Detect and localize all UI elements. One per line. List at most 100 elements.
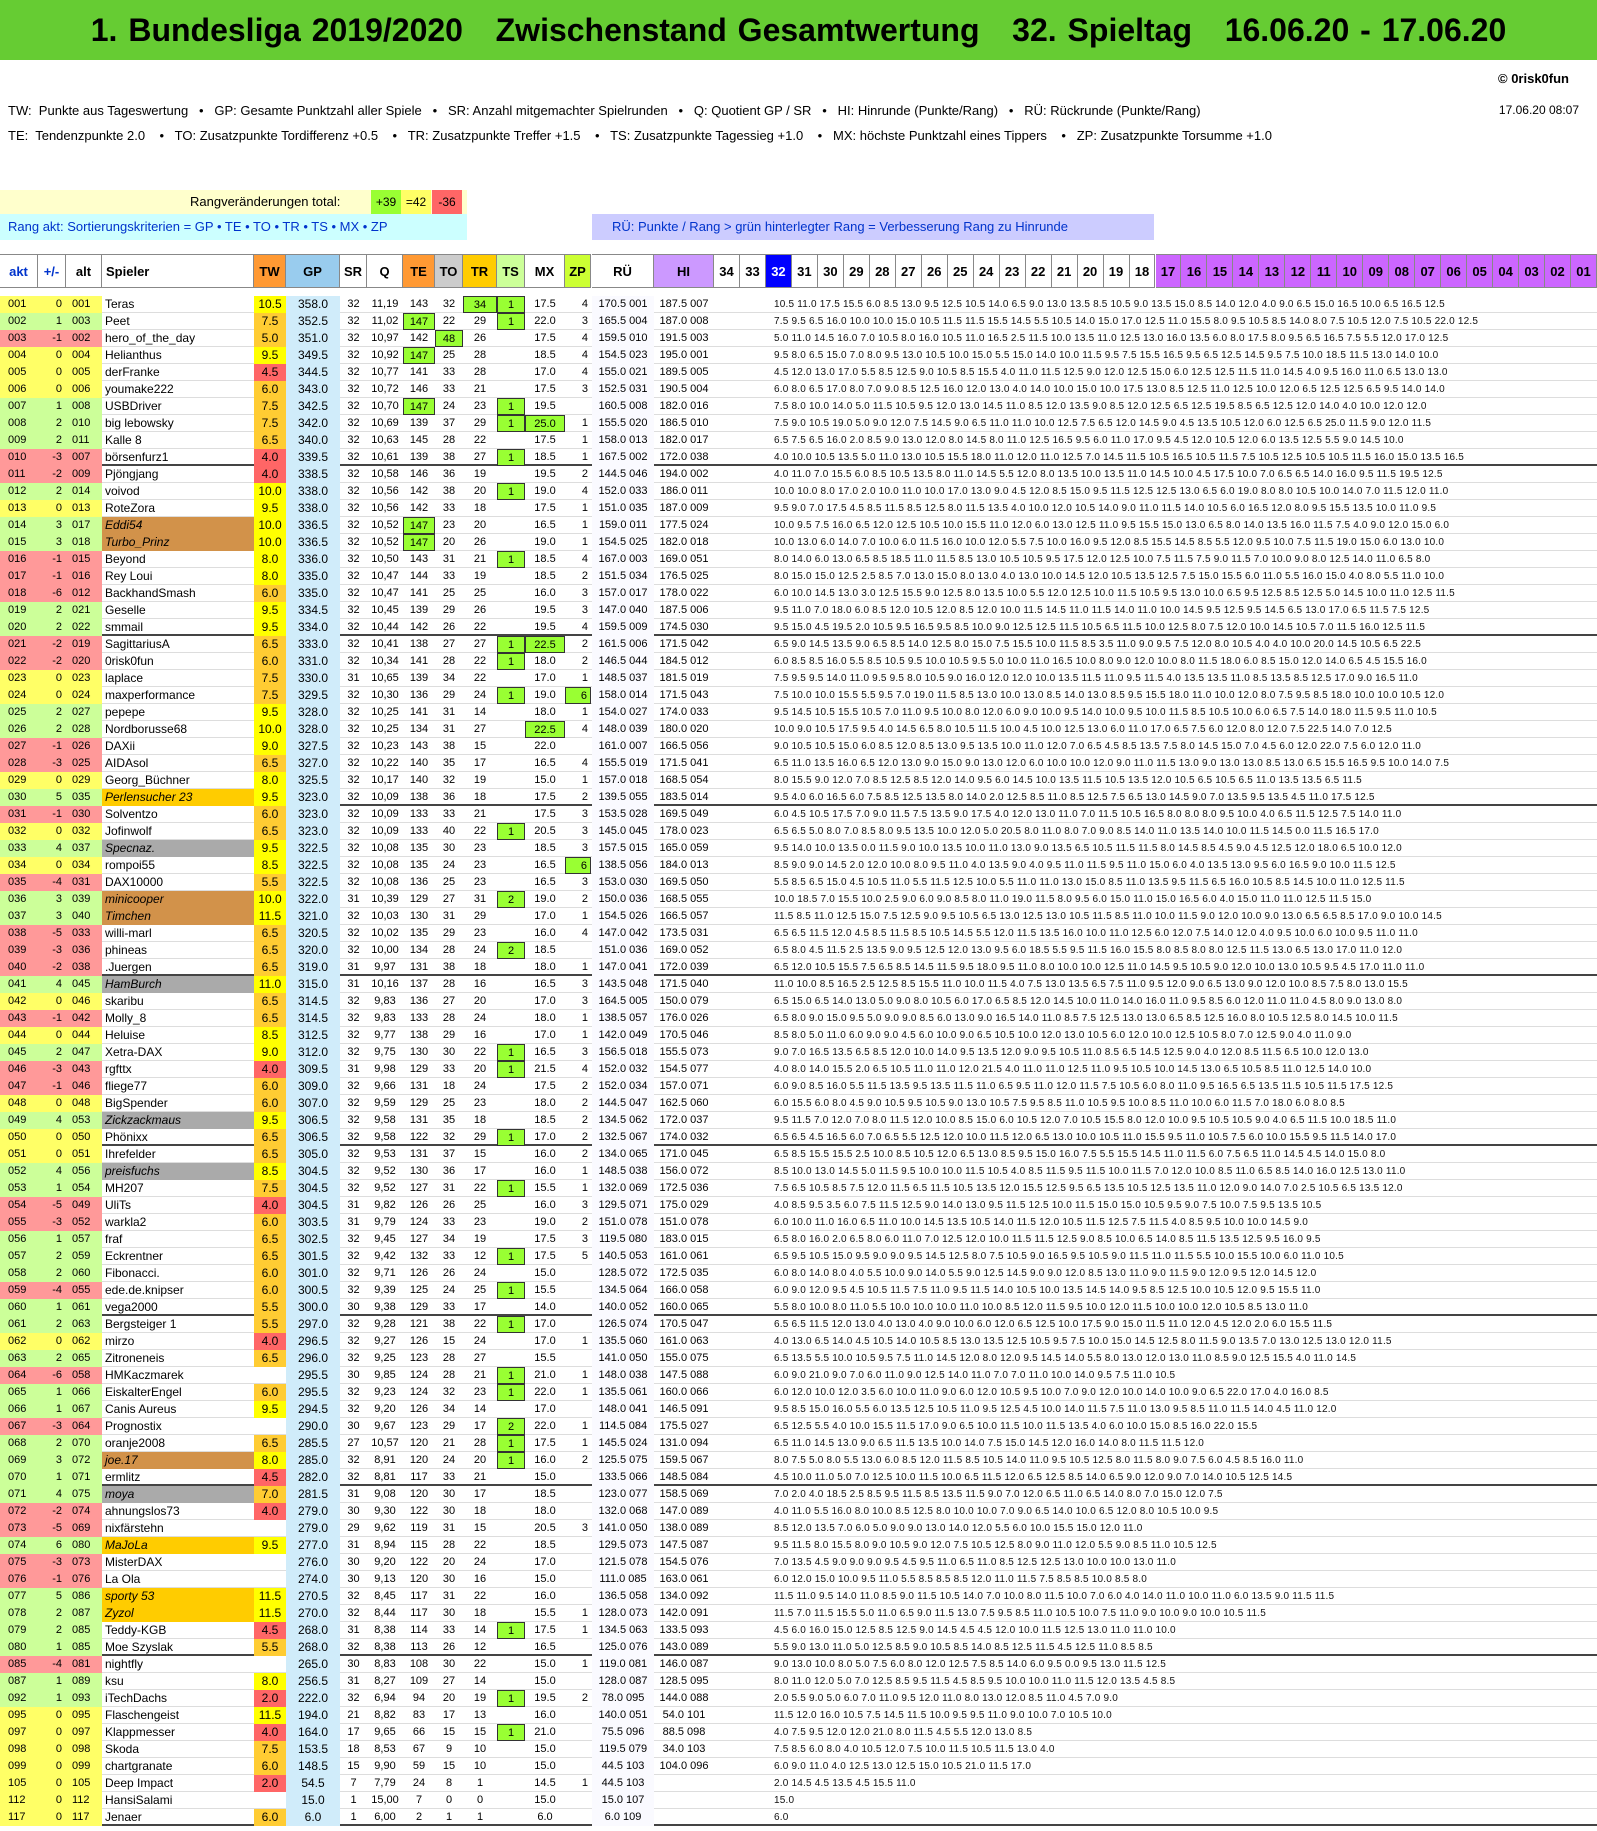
table-row[interactable]: 076 -1 076 La Ola 274.0 30 9,13 120 30 16 15.0 111.… [0,1571,1597,1588]
table-row[interactable]: 071 4 075 moya 7.0 281.5 31 9,08 120 30 17 18.5 123.… [0,1486,1597,1503]
table-row[interactable]: 029 0 029 Georg_Büchner 8.0 325.5 32 10,17 140 32… [0,772,1597,789]
table-row[interactable]: 030 5 035 Perlensucher 23 9.5 323.0 32 10,09 138… [0,789,1597,806]
table-row[interactable]: 043 -1 042 Molly_8 6.5 314.5 32 9,83 133 28 24 18.0… [0,1010,1597,1027]
table-row[interactable]: 010 -3 007 börsenfurz1 4.0 339.5 32 10,61 139 38 2… [0,449,1597,466]
table-row[interactable]: 060 1 061 vega2000 5.5 300.0 30 9,38 129 33 17 14.0… [0,1299,1597,1316]
col-to[interactable]: TO [435,254,463,288]
table-row[interactable]: 039 -3 036 phineas 6.5 320.0 32 10,00 134 28 24 2 18… [0,942,1597,959]
table-row[interactable]: 020 2 022 smmail 9.5 334.0 32 10,44 142 26 22 19.5 4… [0,619,1597,636]
table-row[interactable]: 009 2 011 Kalle 8 6.5 340.0 32 10,63 145 28 22 17.5… [0,432,1597,449]
table-row[interactable]: 070 1 071 ermlitz 4.5 282.0 32 8,81 117 33 21 15.0 1… [0,1469,1597,1486]
table-row[interactable]: 095 0 095 Flaschengeist 11.5 194.0 21 8,82 83 17 1… [0,1707,1597,1724]
table-row[interactable]: 016 -1 015 Beyond 8.0 336.0 32 10,50 143 31 21 1 18.… [0,551,1597,568]
col-tw[interactable]: TW [254,254,286,288]
col-mx[interactable]: MX [525,254,565,288]
col-spieler[interactable]: Spieler [102,254,254,288]
table-row[interactable]: 105 0 105 Deep Impact 2.0 54.5 7 7,79 24 8 1 14.5 1 4… [0,1775,1597,1792]
round-header[interactable]: 12 [1285,254,1312,288]
table-row[interactable]: 050 0 050 Phönixx 6.5 306.5 32 9,58 122 32 29 1 17.0… [0,1129,1597,1146]
round-header[interactable]: 10 [1337,254,1364,288]
table-row[interactable]: 052 4 056 preisfuchs 8.5 304.5 32 9,52 130 36 17 16… [0,1163,1597,1180]
table-row[interactable]: 018 -6 012 BackhandSmash 6.0 335.0 32 10,47 141 2… [0,585,1597,602]
table-row[interactable]: 046 -3 043 rgfttx 4.0 309.5 31 9,98 129 33 20 1 21.5… [0,1061,1597,1078]
table-row[interactable]: 064 -6 058 HMKaczmarek 295.5 30 9,85 124 28 21 1 21… [0,1367,1597,1384]
round-header[interactable]: 24 [973,254,1000,288]
table-row[interactable]: 012 2 014 voivod 10.0 338.0 32 10,56 142 38 20 1 19.… [0,483,1597,500]
col-te[interactable]: TE [403,254,435,288]
table-row[interactable]: 051 0 051 Ihrefelder 6.5 305.0 32 9,53 131 37 15 16… [0,1146,1597,1163]
table-row[interactable]: 004 0 004 Helianthus 9.5 349.5 32 10,92 147 25 28 1… [0,347,1597,364]
round-header[interactable]: 22 [1025,254,1052,288]
col-zp[interactable]: ZP [565,254,591,288]
table-row[interactable]: 017 -1 016 Rey Loui 8.0 335.0 32 10,47 144 33 19 18… [0,568,1597,585]
table-row[interactable]: 098 0 098 Skoda 7.5 153.5 18 8,53 67 9 10 15.0 119.5… [0,1741,1597,1758]
round-header[interactable]: 15 [1207,254,1234,288]
round-header[interactable]: 07 [1415,254,1442,288]
table-row[interactable]: 011 -2 009 Pjöngjang 4.0 338.5 32 10,58 146 36 19 1… [0,466,1597,483]
table-row[interactable]: 031 -1 030 Solventzo 6.0 323.0 32 10,09 133 33 21 1… [0,806,1597,823]
table-row[interactable]: 057 2 059 Eckrentner 6.5 301.5 32 9,42 132 33 12 1 1… [0,1248,1597,1265]
table-row[interactable]: 075 -3 073 MisterDAX 276.0 30 9,20 122 20 24 17.0 1… [0,1554,1597,1571]
table-row[interactable]: 067 -3 064 Prognostix 290.0 30 9,67 123 29 17 2 22.… [0,1418,1597,1435]
table-row[interactable]: 047 -1 046 fliege77 6.0 309.0 32 9,66 131 18 24 17.… [0,1078,1597,1095]
round-header[interactable]: 30 [817,254,844,288]
col-plusminus[interactable]: +/- [38,254,66,288]
table-row[interactable]: 040 -2 038 .Juergen 6.5 319.0 31 9,97 131 38 18 18.… [0,959,1597,976]
col-tr[interactable]: TR [463,254,497,288]
round-header[interactable]: 16 [1181,254,1208,288]
table-row[interactable]: 074 6 080 MaJoLa 9.5 277.0 31 8,94 115 28 22 18.5 12… [0,1537,1597,1554]
table-row[interactable]: 061 2 063 Bergsteiger 1 5.5 297.0 32 9,28 121 38 2… [0,1316,1597,1333]
table-row[interactable]: 058 2 060 Fibonacci. 6.0 301.0 32 9,71 126 26 24 15… [0,1265,1597,1282]
table-row[interactable]: 044 0 044 Heluise 8.5 312.5 32 9,77 138 29 16 17.0 1… [0,1027,1597,1044]
table-row[interactable]: 032 0 032 Jofinwolf 6.5 323.0 32 10,09 133 40 22 1 2… [0,823,1597,840]
table-row[interactable]: 001 0 001 Teras 10.5 358.0 32 11,19 143 32 34 1 17.5… [0,296,1597,313]
table-row[interactable]: 054 -5 049 UliTs 4.0 304.5 31 9,82 126 26 25 16.0 3 1… [0,1197,1597,1214]
table-row[interactable]: 026 2 028 Nordborusse68 10.0 328.0 32 10,25 134 3… [0,721,1597,738]
round-header[interactable]: 19 [1103,254,1130,288]
table-row[interactable]: 006 0 006 youmake222 6.0 343.0 32 10,72 146 33 21 1… [0,381,1597,398]
round-header[interactable]: 21 [1051,254,1078,288]
table-row[interactable]: 023 0 023 laplace 7.5 330.0 31 10,65 139 34 22 17.0… [0,670,1597,687]
round-header[interactable]: 13 [1259,254,1286,288]
round-header[interactable]: 26 [921,254,948,288]
table-row[interactable]: 085 -4 081 nightfly 265.0 30 8,83 108 30 22 15.0 1 1… [0,1656,1597,1673]
round-header[interactable]: 34 [714,254,740,288]
table-row[interactable]: 066 1 067 Canis Aureus 9.5 294.5 32 9,20 126 34 14… [0,1401,1597,1418]
round-header[interactable]: 14 [1233,254,1260,288]
col-gp[interactable]: GP [286,254,340,288]
table-row[interactable]: 005 0 005 derFranke 4.5 344.5 32 10,77 141 33 28 17… [0,364,1597,381]
table-row[interactable]: 024 0 024 maxperformance 7.5 329.5 32 10,30 136 2… [0,687,1597,704]
table-row[interactable]: 062 0 062 mirzo 4.0 296.5 32 9,27 126 15 24 17.0 1 13… [0,1333,1597,1350]
round-header[interactable]: 20 [1077,254,1104,288]
table-row[interactable]: 025 2 027 pepepe 9.5 328.0 32 10,25 141 31 14 18.0 1… [0,704,1597,721]
table-row[interactable]: 027 -1 026 DAXii 9.0 327.5 32 10,23 143 38 15 22.0 1… [0,738,1597,755]
table-row[interactable]: 019 2 021 Geselle 9.5 334.5 32 10,45 139 29 26 19.5… [0,602,1597,619]
table-row[interactable]: 036 3 039 minicooper 10.0 322.0 31 10,39 129 27 31… [0,891,1597,908]
table-row[interactable]: 035 -4 031 DAX10000 5.5 322.5 32 10,08 136 25 23 16… [0,874,1597,891]
table-row[interactable]: 022 -2 020 0risk0fun 6.0 331.0 32 10,34 141 28 22 1… [0,653,1597,670]
table-row[interactable]: 079 2 085 Teddy-KGB 4.5 268.0 31 8,38 114 33 14 1 17… [0,1622,1597,1639]
table-row[interactable]: 069 3 072 joe.17 8.0 285.0 32 8,91 120 24 20 1 16.0 2… [0,1452,1597,1469]
col-hi[interactable]: HI [654,254,714,288]
table-row[interactable]: 048 0 048 BigSpender 6.0 307.0 32 9,59 129 25 23 18… [0,1095,1597,1112]
table-row[interactable]: 078 2 087 Zyzol 11.5 270.0 32 8,44 117 30 18 15.5 1 1… [0,1605,1597,1622]
round-header[interactable]: 17 [1155,254,1182,288]
table-row[interactable]: 003 -1 002 hero_of_the_day 5.0 351.0 32 10,97 14… [0,330,1597,347]
table-row[interactable]: 007 1 008 USBDriver 7.5 342.5 32 10,70 147 24 23 1 1… [0,398,1597,415]
table-row[interactable]: 073 -5 069 nixfärstehn 279.0 29 9,62 119 31 15 20.… [0,1520,1597,1537]
round-header[interactable]: 06 [1441,254,1468,288]
table-row[interactable]: 065 1 066 EiskalterEngel 6.0 295.5 32 9,23 124 32… [0,1384,1597,1401]
col-sr[interactable]: SR [340,254,367,288]
table-row[interactable]: 092 1 093 iTechDachs 2.0 222.0 32 6,94 94 20 19 1 19… [0,1690,1597,1707]
table-row[interactable]: 068 2 070 oranje2008 6.5 285.5 27 10,57 120 21 28 1… [0,1435,1597,1452]
round-header[interactable]: 25 [947,254,974,288]
table-row[interactable]: 028 -3 025 AIDAsol 6.5 327.0 32 10,22 140 35 17 16.… [0,755,1597,772]
round-header[interactable]: 03 [1519,254,1546,288]
round-header[interactable]: 11 [1311,254,1338,288]
round-header[interactable]: 08 [1389,254,1416,288]
table-row[interactable]: 053 1 054 MH207 7.5 304.5 32 9,52 127 31 22 1 15.5 1 1… [0,1180,1597,1197]
table-row[interactable]: 042 0 046 skaribu 6.5 314.5 32 9,83 136 27 20 17.0 3… [0,993,1597,1010]
table-row[interactable]: 097 0 097 Klappmesser 4.0 164.0 17 9,65 66 15 15 1 2… [0,1724,1597,1741]
round-header[interactable]: 01 [1571,254,1597,288]
round-header[interactable]: 28 [869,254,896,288]
